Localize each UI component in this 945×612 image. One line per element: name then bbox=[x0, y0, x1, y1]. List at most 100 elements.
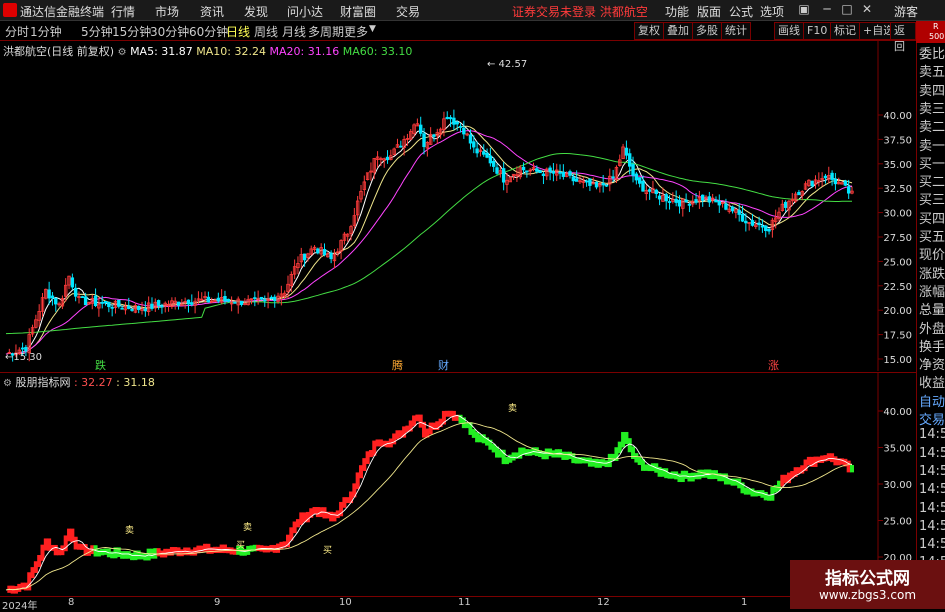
candlestick[interactable] bbox=[342, 231, 347, 245]
shirt-icon[interactable]: ▣ bbox=[795, 2, 813, 16]
candlestick[interactable] bbox=[389, 149, 393, 161]
candlestick[interactable] bbox=[190, 294, 194, 307]
candlestick[interactable] bbox=[299, 247, 303, 268]
candlestick[interactable] bbox=[117, 299, 121, 309]
candlestick[interactable] bbox=[153, 298, 157, 312]
candlestick[interactable] bbox=[30, 324, 35, 337]
candlestick[interactable] bbox=[608, 168, 612, 192]
candlestick[interactable] bbox=[329, 250, 333, 264]
candlestick[interactable] bbox=[77, 291, 81, 304]
indicator-chart[interactable]: 40.0035.0030.0025.0020.00 卖卖买 买卖 bbox=[0, 372, 916, 595]
period-daily[interactable]: 日线 bbox=[226, 23, 250, 40]
event-marker[interactable]: 涨 bbox=[768, 359, 779, 371]
candlestick[interactable] bbox=[846, 179, 851, 199]
candlestick[interactable] bbox=[764, 225, 768, 238]
back-button[interactable]: 返回 bbox=[890, 22, 916, 53]
candlestick[interactable] bbox=[319, 243, 323, 257]
candlestick[interactable] bbox=[206, 291, 211, 303]
candlestick[interactable] bbox=[568, 169, 572, 179]
candlestick[interactable] bbox=[80, 295, 85, 299]
candlestick[interactable] bbox=[807, 179, 811, 188]
kline-chart[interactable]: 40.00 37.50 35.00 32.50 30.00 27.50 25.00 22.50… bbox=[0, 41, 916, 371]
menu-formula[interactable]: 公式 bbox=[729, 3, 753, 20]
candlestick[interactable] bbox=[462, 120, 466, 139]
candlestick[interactable] bbox=[150, 297, 154, 311]
candlestick[interactable] bbox=[501, 162, 506, 191]
adjust-button[interactable]: 复权 bbox=[634, 22, 664, 40]
menu-board[interactable]: 市场 bbox=[155, 3, 179, 20]
period-1min[interactable]: 1分钟 bbox=[30, 23, 62, 40]
period-monthly[interactable]: 月线 bbox=[282, 23, 306, 40]
candlestick[interactable] bbox=[133, 302, 138, 314]
candlestick[interactable] bbox=[720, 201, 725, 208]
menu-layout[interactable]: 版面 bbox=[697, 3, 721, 20]
settings-gear-icon[interactable]: ⚙ bbox=[118, 47, 127, 58]
candlestick[interactable] bbox=[180, 299, 184, 306]
candlestick[interactable] bbox=[312, 245, 317, 252]
candlestick[interactable] bbox=[664, 192, 668, 210]
candlestick[interactable] bbox=[385, 150, 390, 164]
candlestick[interactable] bbox=[73, 283, 78, 302]
candlestick[interactable] bbox=[60, 295, 65, 310]
close-icon[interactable]: ✕ bbox=[858, 2, 876, 16]
candlestick[interactable] bbox=[674, 190, 678, 207]
stats-button[interactable]: 统计 bbox=[721, 22, 751, 40]
candlestick[interactable] bbox=[253, 291, 257, 307]
candlestick[interactable] bbox=[541, 171, 546, 185]
candlestick[interactable] bbox=[369, 162, 373, 181]
candlestick[interactable] bbox=[409, 129, 413, 141]
candlestick[interactable] bbox=[239, 301, 244, 307]
candlestick[interactable] bbox=[478, 146, 483, 157]
candlestick[interactable] bbox=[322, 243, 327, 257]
candlestick[interactable] bbox=[843, 179, 848, 187]
candlestick[interactable] bbox=[359, 185, 363, 203]
candlestick[interactable] bbox=[452, 109, 456, 131]
candlestick[interactable] bbox=[837, 177, 841, 185]
candlestick[interactable] bbox=[296, 256, 300, 275]
candlestick[interactable] bbox=[392, 147, 396, 156]
candlestick[interactable] bbox=[697, 190, 702, 209]
candlestick[interactable] bbox=[309, 245, 313, 256]
candlestick[interactable] bbox=[200, 292, 204, 301]
candlestick[interactable] bbox=[657, 193, 662, 206]
candlestick[interactable] bbox=[827, 166, 831, 184]
candlestick[interactable] bbox=[588, 178, 592, 192]
candlestick[interactable] bbox=[113, 299, 118, 314]
candlestick[interactable] bbox=[123, 301, 128, 315]
guest-label[interactable]: 游客 bbox=[894, 3, 918, 20]
candlestick[interactable] bbox=[90, 294, 94, 310]
candlestick[interactable] bbox=[127, 297, 131, 310]
candlestick[interactable] bbox=[93, 288, 98, 308]
candlestick[interactable] bbox=[70, 273, 75, 290]
candlestick[interactable] bbox=[256, 290, 260, 305]
candlestick[interactable] bbox=[767, 228, 771, 235]
candlestick[interactable] bbox=[355, 195, 360, 222]
candlestick[interactable] bbox=[382, 157, 386, 168]
candlestick[interactable] bbox=[498, 167, 503, 178]
candlestick[interactable] bbox=[707, 191, 712, 207]
candlestick[interactable] bbox=[266, 292, 270, 309]
candlestick[interactable] bbox=[710, 193, 715, 204]
candlestick[interactable] bbox=[621, 143, 625, 160]
menu-options[interactable]: 选项 bbox=[760, 3, 784, 20]
candlestick[interactable] bbox=[747, 222, 751, 231]
candlestick[interactable] bbox=[54, 297, 58, 312]
candlestick[interactable] bbox=[110, 304, 114, 317]
candlestick[interactable] bbox=[647, 188, 652, 200]
menu-ask[interactable]: 问小达 bbox=[287, 3, 323, 20]
candlestick[interactable] bbox=[833, 173, 838, 191]
candlestick[interactable] bbox=[332, 248, 337, 269]
period-15min[interactable]: 15分钟 bbox=[112, 23, 151, 40]
candlestick[interactable] bbox=[229, 296, 234, 312]
event-marker[interactable]: 跌 bbox=[95, 358, 106, 371]
candlestick[interactable] bbox=[219, 289, 224, 305]
candlestick[interactable] bbox=[684, 193, 688, 203]
candlestick[interactable] bbox=[316, 247, 320, 255]
candlestick[interactable] bbox=[505, 172, 509, 193]
candlestick[interactable] bbox=[637, 177, 642, 188]
candlestick[interactable] bbox=[508, 176, 512, 183]
event-marker[interactable]: 财 bbox=[438, 358, 449, 371]
candlestick[interactable] bbox=[594, 181, 599, 190]
candlestick[interactable] bbox=[793, 191, 798, 203]
candlestick[interactable] bbox=[783, 200, 788, 212]
